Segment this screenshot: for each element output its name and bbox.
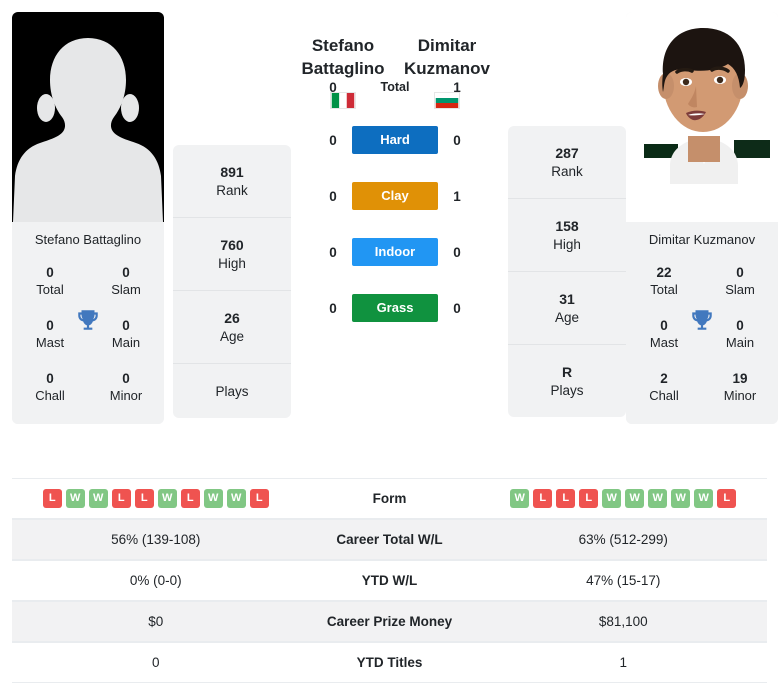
form-badge-win: W	[625, 489, 645, 508]
table-row-ytd-wl: 0% (0-0) YTD W/L 47% (15-17)	[12, 560, 767, 601]
form-badge-win: W	[157, 489, 177, 508]
right-player-last-name: Kuzmanov	[404, 59, 490, 78]
form-badge-win: W	[648, 489, 668, 508]
table-row-ytd-titles: 0 YTD Titles 1	[12, 642, 767, 683]
right-titles-chall: 2 Chall	[649, 371, 679, 403]
right-player-rank-card: 287 Rank 158 High 31 Age R Plays	[508, 126, 626, 417]
left-player-first-name: Stefano	[311, 36, 375, 55]
right-prize-money: $81,100	[598, 614, 648, 629]
left-titles-total: 0 Total	[36, 265, 64, 297]
form-badge-loss: L	[249, 489, 269, 508]
h2h-indoor-left: 0	[329, 244, 337, 260]
italy-flag-icon	[330, 92, 356, 109]
right-ytd-titles: 1	[619, 655, 627, 670]
right-player-summary-card[interactable]: Dimitar Kuzmanov 22 Total 0 Slam 0 Mast	[626, 12, 778, 424]
left-titles-slam: 0 Slam	[111, 265, 141, 297]
row-label-ytd-titles: YTD Titles	[356, 655, 423, 670]
form-badge-loss: L	[533, 489, 553, 508]
left-career-wl: 56% (139-108)	[111, 532, 201, 547]
form-badge-loss: L	[556, 489, 576, 508]
left-titles-minor: 0 Minor	[109, 371, 143, 403]
right-player-name-block: Dimitar Kuzmanov	[395, 12, 499, 109]
left-rank-cell: 891 Rank	[173, 145, 291, 218]
left-high-cell: 760 High	[173, 218, 291, 291]
form-badge-win: W	[226, 489, 246, 508]
left-player-name-caption: Stefano Battaglino	[12, 222, 164, 255]
silhouette-avatar-icon	[13, 38, 163, 222]
left-ytd-titles: 0	[151, 655, 160, 670]
form-badge-win: W	[694, 489, 714, 508]
form-badge-win: W	[602, 489, 622, 508]
form-badge-loss: L	[717, 489, 737, 508]
table-row-form: LWWLLWLWWL Form WLLLWWWWWL	[12, 478, 767, 519]
h2h-grass-left: 0	[329, 300, 337, 316]
row-label-ytd-wl: YTD W/L	[361, 573, 418, 588]
left-player-titles-grid: 0 Total 0 Slam 0 Mast 0 Main 0 Chall 0 M…	[12, 255, 164, 424]
form-badge-loss: L	[180, 489, 200, 508]
left-form-strip: LWWLLWLWWL	[12, 489, 300, 508]
bulgaria-flag-icon	[434, 92, 460, 109]
form-badge-win: W	[203, 489, 223, 508]
right-rank-cell: 287 Rank	[508, 126, 626, 199]
left-age-cell: 26 Age	[173, 291, 291, 364]
right-titles-slam: 0 Slam	[725, 265, 755, 297]
form-badge-loss: L	[42, 489, 62, 508]
row-label-prize-money: Career Prize Money	[326, 614, 453, 629]
left-player-photo	[12, 12, 164, 222]
table-row-career-wl: 56% (139-108) Career Total W/L 63% (512-…	[12, 519, 767, 560]
right-career-wl: 63% (512-299)	[578, 532, 668, 547]
left-prize-money: $0	[148, 614, 164, 629]
table-row-prize-money: $0 Career Prize Money $81,100	[12, 601, 767, 642]
form-badge-win: W	[671, 489, 691, 508]
right-player-titles-grid: 22 Total 0 Slam 0 Mast 0 Main 2 Chall 19…	[626, 255, 778, 424]
right-titles-minor: 19 Minor	[723, 371, 757, 403]
right-titles-total: 22 Total	[650, 265, 678, 297]
left-player-last-name: Battaglino	[301, 59, 385, 78]
right-player-first-name: Dimitar	[417, 36, 477, 55]
trophy-icon	[78, 310, 98, 330]
h2h-clay-left: 0	[329, 188, 337, 204]
left-plays-cell: Plays	[215, 384, 249, 399]
form-badge-win: W	[88, 489, 108, 508]
comparison-stats-table: LWWLLWLWWL Form WLLLWWWWWL 56% (139-108)…	[0, 478, 779, 683]
right-player-photo	[626, 12, 778, 222]
form-badge-loss: L	[579, 489, 599, 508]
surface-badge-clay[interactable]: Clay	[352, 182, 438, 210]
left-player-summary-card[interactable]: Stefano Battaglino 0 Total 0 Slam 0 Mast	[12, 12, 164, 424]
right-age-cell: 31 Age	[508, 272, 626, 345]
right-player-name-caption: Dimitar Kuzmanov	[626, 222, 778, 255]
left-titles-chall: 0 Chall	[35, 371, 65, 403]
surface-badge-hard[interactable]: Hard	[352, 126, 438, 154]
h2h-indoor-right: 0	[453, 244, 461, 260]
left-player-rank-card: 891 Rank 760 High 26 Age Plays	[173, 145, 291, 418]
form-badge-win: W	[510, 489, 530, 508]
row-label-form: Form	[372, 491, 407, 506]
player-comparison-page: Stefano Battaglino 0 Total 0 Slam 0 Mast	[0, 0, 779, 699]
form-badge-loss: L	[134, 489, 154, 508]
surface-badge-indoor[interactable]: Indoor	[352, 238, 438, 266]
comparison-header: Stefano Battaglino 0 Total 0 Slam 0 Mast	[0, 0, 779, 478]
form-badge-win: W	[65, 489, 85, 508]
right-form-strip: WLLLWWWWWL	[480, 489, 768, 508]
h2h-hard-right: 0	[453, 132, 461, 148]
surface-badge-grass[interactable]: Grass	[352, 294, 438, 322]
left-ytd-wl: 0% (0-0)	[129, 573, 182, 588]
h2h-total-left: 0	[329, 79, 337, 95]
right-plays-cell: R Plays	[550, 364, 584, 398]
trophy-icon	[692, 310, 712, 330]
h2h-clay-right: 1	[453, 188, 461, 204]
player-portrait-photo	[626, 16, 778, 184]
right-high-cell: 158 High	[508, 199, 626, 272]
h2h-hard-left: 0	[329, 132, 337, 148]
h2h-grass-right: 0	[453, 300, 461, 316]
row-label-career-wl: Career Total W/L	[336, 532, 443, 547]
right-ytd-wl: 47% (15-17)	[586, 573, 661, 588]
form-badge-loss: L	[111, 489, 131, 508]
